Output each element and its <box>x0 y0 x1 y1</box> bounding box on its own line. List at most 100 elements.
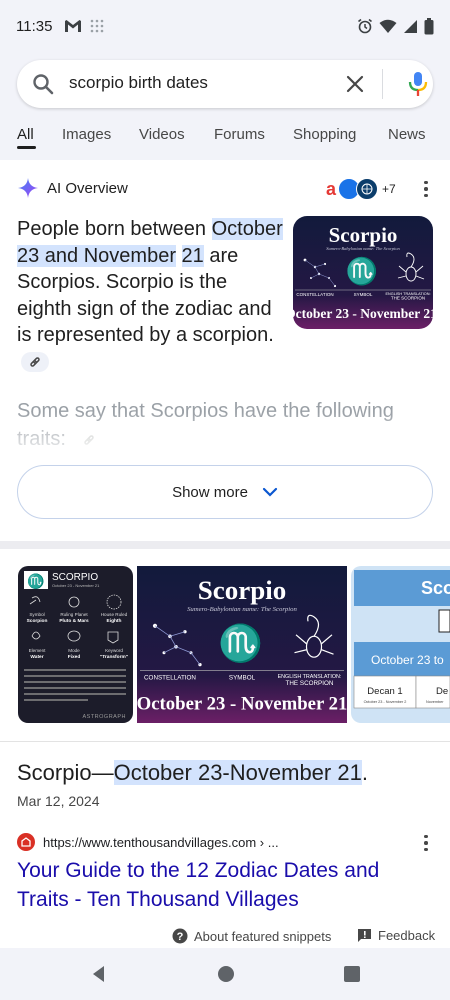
ai-text-pre: People born between <box>17 218 212 240</box>
fade-overlay <box>0 412 450 462</box>
result-menu-icon[interactable] <box>416 833 436 853</box>
thumb1-dates: October 23 - November 21 <box>52 583 100 588</box>
ai-overview-image[interactable]: Scorpio Sumero-Babylonian name: The Scor… <box>293 216 433 329</box>
ai-text-highlight-2: 21 <box>181 244 204 267</box>
feedback-label: Feedback <box>378 928 436 943</box>
search-tabs: All Images Videos Forums Shopping News <box>0 120 450 160</box>
snippet-footer: ? About featured snippets Feedback <box>0 928 450 948</box>
tab-videos[interactable]: Videos <box>139 126 185 143</box>
tab-forums[interactable]: Forums <box>214 126 265 143</box>
thumb3-band: October 23 to <box>371 653 444 667</box>
thumb1-cell-k5: Keyword <box>105 648 123 653</box>
close-icon[interactable] <box>343 72 367 96</box>
home-icon[interactable] <box>215 963 237 985</box>
result-title-link[interactable]: Your Guide to the 12 Zodiac Dates and Tr… <box>17 856 427 914</box>
ai-sources[interactable]: a +7 <box>320 177 396 201</box>
wifi-icon <box>379 19 397 33</box>
thumb2-label-translation-2: THE SCORPION <box>286 680 334 687</box>
link-chip[interactable] <box>21 352 49 373</box>
thumb3-decan2: De <box>436 686 448 697</box>
grid-dots-icon <box>91 19 104 33</box>
thumb1-cell-v5: "Transform" <box>100 654 128 660</box>
link-icon <box>30 357 40 367</box>
thumb1-cell-v2: Eighth <box>107 618 122 624</box>
divider-line <box>0 741 450 742</box>
snippet-title-pre: Scorpio— <box>17 760 114 785</box>
svg-text:♏: ♏ <box>346 256 378 286</box>
status-time: 11:35 <box>16 17 53 35</box>
thumb1-title: SCORPIO <box>52 572 98 583</box>
thumb2-label-constellation: CONSTELLATION <box>144 675 196 682</box>
thumb2-dates: October 23 - November 21 <box>137 694 347 715</box>
tab-news[interactable]: News <box>388 126 426 143</box>
thumb1-cell-k4: Mode <box>68 648 80 653</box>
tab-all[interactable]: All <box>17 126 34 143</box>
thumb2-label-symbol: SYMBOL <box>229 675 256 682</box>
signal-icon <box>404 19 417 33</box>
thumb1-cell-v1: Pluto & Mars <box>59 618 89 624</box>
image-thumb-3[interactable]: Sco October 23 to Decan 1 October 23 - N… <box>351 566 450 723</box>
image-thumb-1[interactable]: ♏ SCORPIO October 23 - November 21 Symbo… <box>18 566 133 723</box>
svg-text:♏: ♏ <box>27 573 44 590</box>
zodiac-dates: October 23 - November 21 <box>293 306 433 321</box>
section-divider <box>0 541 450 549</box>
label-constellation: CONSTELLATION <box>296 292 333 297</box>
help-icon: ? <box>172 928 188 944</box>
snippet-title-highlight: October 23-November 21 <box>113 760 362 785</box>
gmail-icon <box>65 20 82 32</box>
thumb3-decan-dates: October 23 - November 2 <box>364 700 407 704</box>
feedback-button[interactable]: Feedback <box>357 928 435 943</box>
result-source[interactable]: https://www.tenthousandvillages.com › ..… <box>17 833 279 851</box>
featured-snippet-title: Scorpio—October 23-November 21. <box>17 760 368 786</box>
active-tab-indicator <box>17 146 36 149</box>
thumb1-cell-v3: Water <box>30 654 43 660</box>
status-bar: 11:35 <box>0 0 450 52</box>
thumb1-cell-k0: Symbol <box>29 612 44 617</box>
thumb1-cell-k2: House Ruled <box>101 612 128 617</box>
source-globe-icon <box>356 178 378 200</box>
thumb2-title: Scorpio <box>198 575 286 605</box>
tab-shopping[interactable]: Shopping <box>293 126 356 143</box>
zodiac-title: Scorpio <box>329 223 398 247</box>
snippet-date: Mar 12, 2024 <box>17 793 100 809</box>
search-divider <box>382 69 383 99</box>
sources-more-count: +7 <box>382 182 396 196</box>
search-input[interactable]: scorpio birth dates <box>69 73 208 93</box>
search-icon <box>33 74 54 95</box>
svg-text:♏: ♏ <box>218 623 263 664</box>
mic-icon[interactable] <box>406 71 430 97</box>
result-url: https://www.tenthousandvillages.com › ..… <box>43 834 279 850</box>
label-translation-2: THE SCORPION <box>391 296 425 301</box>
thumb1-cell-v4: Fixed <box>68 654 81 660</box>
tab-images[interactable]: Images <box>62 126 111 143</box>
ai-overview-menu-icon[interactable] <box>416 179 436 199</box>
zodiac-subtitle: Sumero-Babylonian name: The Scorpion <box>326 246 400 251</box>
sparkle-icon <box>18 178 38 198</box>
ai-overview-title: AI Overview <box>47 179 128 197</box>
thumb1-brand: ASTROGRAPH <box>82 714 126 720</box>
thumb3-title: Sco <box>421 578 450 598</box>
alarm-icon <box>358 18 372 34</box>
thumb1-cell-v0: Scorpion <box>27 618 48 624</box>
image-carousel: ♏ SCORPIO October 23 - November 21 Symbo… <box>0 566 450 723</box>
show-more-label: Show more <box>172 483 248 501</box>
back-icon[interactable] <box>88 963 110 985</box>
about-featured-snippets[interactable]: ? About featured snippets <box>172 928 331 944</box>
feedback-icon <box>358 929 371 942</box>
battery-icon <box>424 17 434 34</box>
thumb1-cell-k3: Element <box>29 648 47 653</box>
navigation-bar <box>0 948 450 1000</box>
svg-text:?: ? <box>177 931 184 943</box>
chevron-down-icon <box>262 487 278 497</box>
recents-icon[interactable] <box>341 963 363 985</box>
ai-overview-header: AI Overview <box>17 176 128 200</box>
thumb1-cell-k1: Ruling Planet <box>60 612 88 617</box>
thumb3-decan2-dates: November <box>426 700 444 704</box>
image-thumb-2[interactable]: Scorpio Sumero-Babylonian name: The Scor… <box>137 566 347 723</box>
favicon-icon <box>17 833 35 851</box>
search-box[interactable]: scorpio birth dates <box>17 60 433 108</box>
snippet-title-post: . <box>361 760 368 785</box>
show-more-button[interactable]: Show more <box>17 465 433 519</box>
thumb2-subtitle: Sumero-Babylonian name: The Scorpion <box>187 606 297 613</box>
thumb3-decan: Decan 1 <box>367 686 402 697</box>
